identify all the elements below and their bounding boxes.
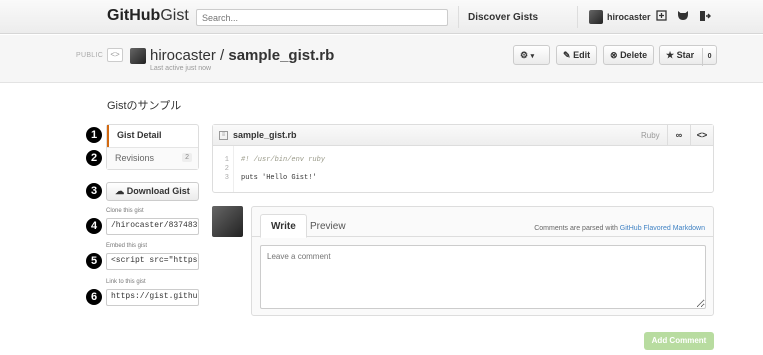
- star-icon: ★: [666, 50, 675, 60]
- edit-label: Edit: [573, 50, 591, 60]
- octocat-icon[interactable]: [677, 10, 689, 22]
- title-separator: /: [215, 47, 229, 64]
- add-comment-button[interactable]: Add Comment: [644, 332, 714, 350]
- callout-4: 4: [86, 218, 102, 234]
- line-numbers: 1 2 3: [213, 146, 234, 192]
- visibility-label: PUBLIC: [76, 52, 104, 59]
- file-name[interactable]: sample_gist.rb: [233, 130, 297, 140]
- embed-code-field[interactable]: <script src="https:/: [106, 253, 199, 270]
- top-bar: GitHubGist Discover Gists hirocaster: [0, 0, 763, 34]
- delete-button[interactable]: ⊗ Delete: [603, 45, 655, 65]
- nav-gist-detail[interactable]: Gist Detail: [107, 125, 198, 147]
- cloud-download-icon: ☁: [115, 186, 125, 196]
- code-line: #! /usr/bin/env ruby: [241, 156, 326, 164]
- gist-name-link[interactable]: sample_gist.rb: [228, 47, 334, 64]
- line-number: 2: [224, 165, 229, 173]
- logo-bold-text: GitHub: [107, 7, 161, 24]
- star-button[interactable]: ★ Star 0: [659, 45, 717, 66]
- discover-gists-link[interactable]: Discover Gists: [468, 12, 538, 23]
- search-input[interactable]: [196, 9, 448, 26]
- gear-icon: ⚙: [520, 50, 529, 60]
- code-file-icon: <>: [107, 48, 123, 62]
- last-active-text: Last active just now: [150, 65, 212, 72]
- divider: [577, 6, 578, 28]
- markdown-note-text: Comments are parsed with: [534, 225, 620, 232]
- callout-2: 2: [86, 150, 102, 166]
- sign-out-icon[interactable]: [699, 10, 711, 22]
- file-box: ≡ sample_gist.rb Ruby ∞ <> 1 2 3 #! /usr…: [212, 124, 714, 193]
- permalink-icon[interactable]: ∞: [667, 125, 690, 146]
- settings-dropdown-button[interactable]: ⚙ ▾: [513, 45, 550, 65]
- callout-1: 1: [86, 127, 102, 143]
- line-number: 1: [224, 156, 229, 164]
- markdown-note: Comments are parsed with GitHub Flavored…: [534, 225, 705, 232]
- link-label: Link to this gist: [106, 279, 146, 285]
- gist-description: Gistのサンプル: [107, 100, 182, 112]
- download-label: Download Gist: [126, 186, 190, 196]
- edit-button[interactable]: ✎ Edit: [556, 45, 598, 65]
- view-raw-icon[interactable]: <>: [690, 125, 713, 146]
- callout-5: 5: [86, 253, 102, 269]
- tab-preview[interactable]: Preview: [300, 215, 356, 237]
- file-header: ≡ sample_gist.rb Ruby ∞ <>: [213, 125, 713, 146]
- delete-icon: ⊗: [610, 50, 618, 60]
- username-link[interactable]: hirocaster: [607, 12, 651, 22]
- embed-label: Embed this gist: [106, 243, 148, 249]
- comment-form: Write Preview Comments are parsed with G…: [251, 206, 714, 316]
- gist-nav: Gist Detail Revisions 2: [106, 124, 199, 170]
- line-number: 3: [224, 174, 229, 182]
- code-content: #! /usr/bin/env ruby puts 'Hello Gist!': [241, 146, 325, 183]
- pencil-icon: ✎: [563, 50, 571, 60]
- new-gist-icon[interactable]: [655, 10, 667, 22]
- chevron-down-icon: ▾: [530, 53, 535, 60]
- callout-3: 3: [86, 183, 102, 199]
- callout-6: 6: [86, 289, 102, 305]
- gist-title: hirocaster / sample_gist.rb: [150, 47, 334, 64]
- logo-light-text: Gist: [160, 7, 189, 24]
- file-icon: ≡: [219, 131, 228, 140]
- comment-textarea[interactable]: [260, 245, 706, 309]
- owner-avatar[interactable]: [130, 48, 146, 64]
- user-avatar[interactable]: [589, 10, 603, 24]
- star-count: 0: [701, 48, 712, 66]
- nav-revisions[interactable]: Revisions 2: [107, 147, 198, 169]
- divider: [458, 6, 459, 28]
- download-gist-button[interactable]: ☁ Download Gist: [106, 182, 199, 201]
- revisions-label: Revisions: [115, 153, 155, 163]
- commenter-avatar: [212, 206, 243, 237]
- owner-link[interactable]: hirocaster: [150, 47, 216, 64]
- github-gist-logo[interactable]: GitHubGist: [107, 7, 189, 25]
- link-url-field[interactable]: https://gist.github: [106, 289, 199, 306]
- markdown-help-link[interactable]: GitHub Flavored Markdown: [620, 225, 705, 232]
- revisions-count: 2: [182, 153, 192, 162]
- delete-label: Delete: [620, 50, 648, 60]
- file-language: Ruby: [641, 131, 660, 140]
- clone-label: Clone this gist: [106, 208, 144, 214]
- code-line: puts 'Hello Gist!': [241, 174, 317, 182]
- star-label: Star: [676, 50, 695, 60]
- clone-url-field[interactable]: /hirocaster/8374839: [106, 218, 199, 235]
- comment-tabs: Write Preview Comments are parsed with G…: [252, 207, 713, 238]
